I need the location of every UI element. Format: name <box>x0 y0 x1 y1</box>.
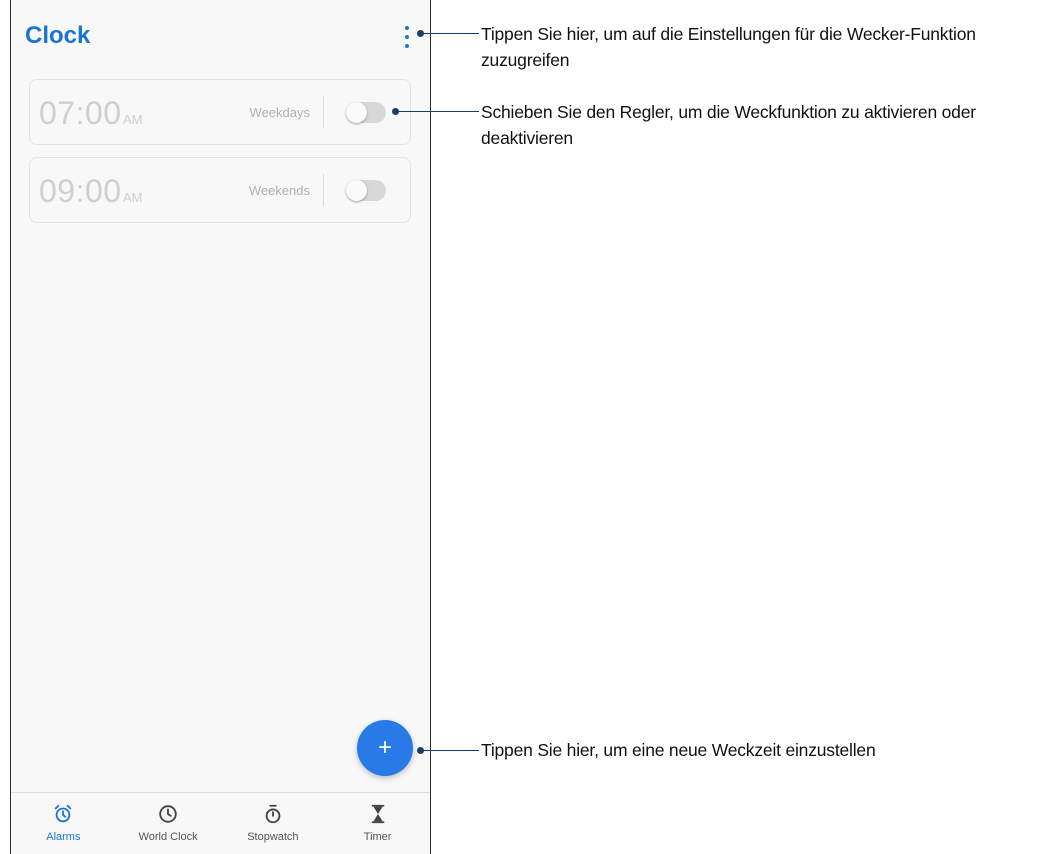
stopwatch-icon <box>265 804 281 824</box>
tab-label: Stopwatch <box>247 831 299 843</box>
toggle-knob <box>346 102 367 123</box>
callout-line <box>421 750 479 751</box>
alarm-card[interactable]: 07:00 AM Weekdays <box>29 79 411 145</box>
callout-line <box>421 33 479 34</box>
alarm-ampm: AM <box>123 190 143 205</box>
alarm-time: 09:00 <box>39 173 122 209</box>
clock-icon <box>159 805 177 823</box>
alarm-repeat-days: Weekdays <box>249 105 310 120</box>
alarm-icon <box>55 804 72 823</box>
divider <box>323 174 324 206</box>
tab-timer[interactable]: Timer <box>325 793 430 854</box>
alarm-time: 07:00 <box>39 95 122 131</box>
tab-label: Alarms <box>46 831 81 843</box>
callout-toggle: Schieben Sie den Regler, um die Weckfunk… <box>481 102 976 148</box>
more-options-icon[interactable] <box>400 24 414 50</box>
tab-alarms[interactable]: Alarms <box>11 793 116 854</box>
callout-add-alarm: Tippen Sie hier, um eine neue Weckzeit e… <box>481 740 876 760</box>
alarm-repeat-days: Weekends <box>248 183 310 198</box>
tab-label: World Clock <box>138 831 198 843</box>
tab-world-clock[interactable]: World Clock <box>116 793 221 854</box>
hourglass-icon <box>371 804 385 824</box>
app-title: Clock <box>25 22 91 49</box>
phone-screen: Clock 07:00 AM Weekdays 09:00 AM Weekend… <box>10 0 431 854</box>
callout-line <box>396 111 479 112</box>
toggle-knob <box>346 180 367 201</box>
add-alarm-button[interactable]: + <box>357 720 413 776</box>
tab-stopwatch[interactable]: Stopwatch <box>221 793 326 854</box>
alarm-ampm: AM <box>123 112 143 127</box>
tab-label: Timer <box>363 831 392 843</box>
alarm-toggle[interactable] <box>346 102 386 123</box>
bottom-navigation: Alarms World Clock Stopwatch Timer <box>11 792 430 854</box>
callout-settings: Tippen Sie hier, um auf die Einstellunge… <box>481 24 976 70</box>
alarm-toggle[interactable] <box>346 180 386 201</box>
divider <box>323 96 324 128</box>
alarm-card[interactable]: 09:00 AM Weekends <box>29 157 411 223</box>
